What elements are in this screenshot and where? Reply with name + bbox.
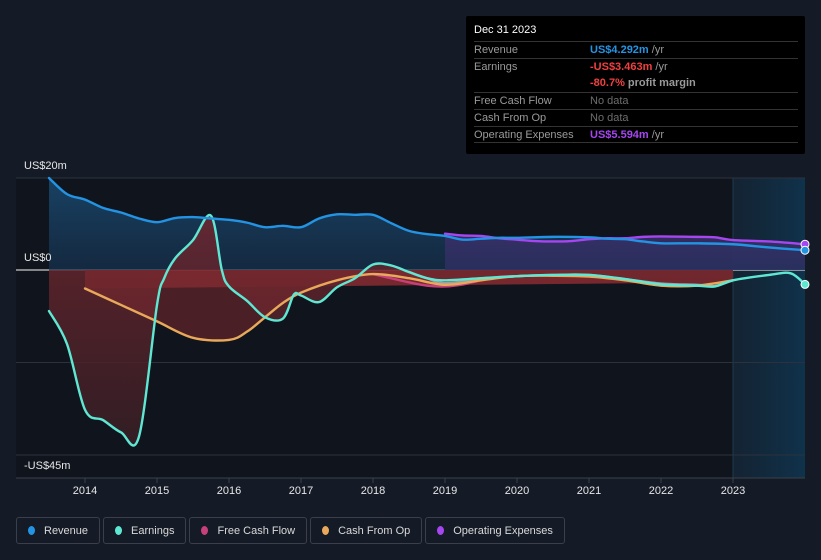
x-tick-label: 2016	[216, 485, 242, 497]
tooltip-label: Cash From Op	[474, 112, 547, 124]
tooltip-label: Revenue	[474, 44, 519, 56]
revenue-dot-icon	[28, 526, 35, 535]
tooltip-label: Operating Expenses	[474, 129, 574, 141]
x-tick-label: 2018	[360, 485, 386, 497]
x-tick-label: 2017	[288, 485, 314, 497]
legend-label: Cash From Op	[338, 524, 411, 537]
legend-item-earnings[interactable]: Earnings	[103, 517, 187, 544]
legend-label: Free Cash Flow	[217, 524, 296, 537]
cash-from-op-dot-icon	[322, 526, 330, 535]
legend-label: Operating Expenses	[453, 524, 553, 537]
opex-value: US$5.594m	[590, 129, 649, 141]
tooltip-row-cfo: Cash From Op No data	[474, 109, 798, 127]
legend-item-free-cash-flow[interactable]: Free Cash Flow	[189, 517, 308, 544]
tooltip-value: -80.7% profit margin	[590, 77, 696, 89]
legend-item-operating-expenses[interactable]: Operating Expenses	[425, 517, 565, 544]
revenue-value: US$4.292m	[590, 44, 649, 56]
tooltip-value: US$4.292m /yr	[590, 44, 664, 56]
tooltip-row-fcf: Free Cash Flow No data	[474, 92, 798, 110]
x-tick-label: 2022	[648, 485, 674, 497]
tooltip-row-margin: -80.7% profit margin	[474, 75, 798, 92]
unit: /yr	[652, 61, 668, 73]
chart-legend: Revenue Earnings Free Cash Flow Cash Fro…	[16, 517, 565, 544]
legend-item-revenue[interactable]: Revenue	[16, 517, 101, 544]
data-tooltip: Dec 31 2023 Revenue US$4.292m /yr Earnin…	[466, 16, 805, 154]
revenue-endpoint	[800, 245, 810, 255]
x-tick-label: 2015	[144, 485, 170, 497]
tooltip-label: Earnings	[474, 61, 518, 73]
profit-margin-value: -80.7%	[590, 77, 625, 89]
tooltip-label: Free Cash Flow	[474, 95, 552, 107]
unit: profit margin	[624, 77, 696, 89]
forecast-region	[733, 178, 805, 478]
earnings-value: -US$3.463m	[590, 61, 653, 73]
unit: /yr	[648, 44, 664, 56]
tooltip-row-revenue: Revenue US$4.292m /yr	[474, 41, 798, 59]
tooltip-value: US$5.594m /yr	[590, 129, 664, 141]
x-axis-ticks	[84, 478, 734, 483]
tooltip-divider	[474, 142, 798, 143]
earnings-dot-icon	[115, 526, 123, 535]
unit: /yr	[648, 129, 664, 141]
x-tick-label: 2023	[720, 485, 746, 497]
x-tick-label: 2019	[432, 485, 458, 497]
free-cash-flow-dot-icon	[201, 526, 209, 535]
x-tick-label: 2020	[504, 485, 530, 497]
operating-expenses-dot-icon	[437, 526, 445, 535]
y-tick-label-top: US$20m	[24, 160, 67, 172]
legend-item-cash-from-op[interactable]: Cash From Op	[310, 517, 423, 544]
legend-label: Earnings	[131, 524, 175, 537]
earnings-endpoint	[800, 279, 810, 289]
tooltip-row-earnings: Earnings -US$3.463m /yr	[474, 58, 798, 76]
tooltip-date: Dec 31 2023	[474, 24, 537, 36]
x-tick-label: 2021	[576, 485, 602, 497]
x-tick-label: 2014	[72, 485, 98, 497]
y-tick-label-bottom: -US$45m	[24, 460, 71, 472]
fcf-value: No data	[590, 95, 629, 107]
legend-label: Revenue	[44, 524, 89, 537]
tooltip-value: -US$3.463m /yr	[590, 61, 668, 73]
cfo-value: No data	[590, 112, 629, 124]
y-tick-label-zero: US$0	[24, 252, 52, 264]
